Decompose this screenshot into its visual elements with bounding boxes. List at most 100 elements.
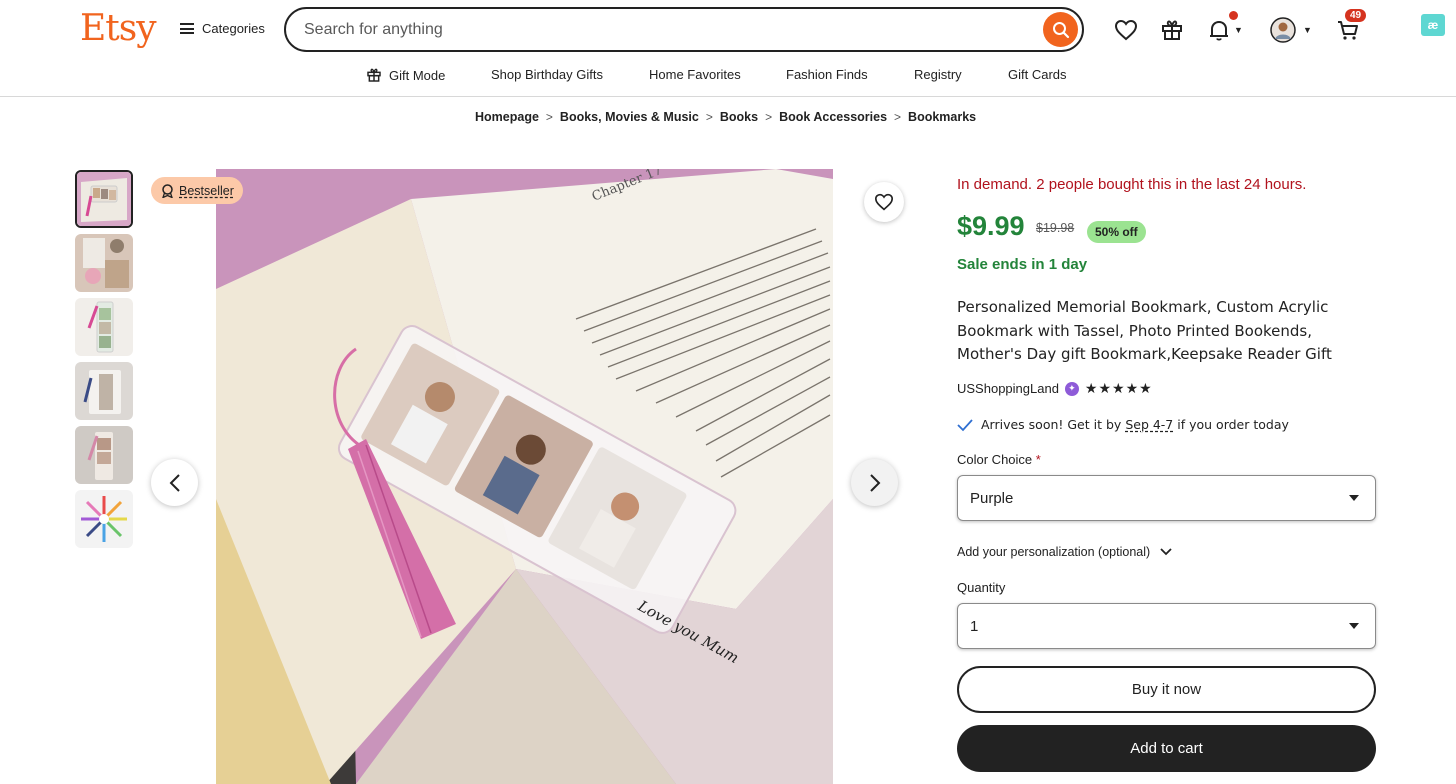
breadcrumb-link[interactable]: Books (720, 110, 758, 124)
thumbnail-5[interactable] (75, 426, 133, 484)
shop-name-link[interactable]: USShoppingLand (957, 381, 1059, 396)
color-choice-label: Color Choice * (957, 452, 1041, 467)
cart-count-badge: 49 (1345, 9, 1367, 22)
required-marker: * (1035, 452, 1041, 467)
extension-icon[interactable]: æ (1421, 14, 1445, 36)
subnav-label: Fashion Finds (786, 67, 868, 82)
product-title: Personalized Memorial Bookmark, Custom A… (957, 298, 1332, 363)
search-bar (284, 7, 1084, 52)
gift-icon (367, 68, 381, 82)
delivery-estimate: Arrives soon! Get it by Sep 4-7 if you o… (957, 417, 1289, 432)
thumbnail-image (75, 490, 133, 548)
thumbnail-1[interactable] (75, 170, 133, 228)
chevron-down-icon: ▼ (1234, 25, 1243, 35)
color-label-text: Color Choice (957, 452, 1033, 467)
categories-menu-button[interactable]: Categories (180, 21, 265, 36)
account-menu-button[interactable]: ▼ (1270, 17, 1312, 43)
rating-stars[interactable]: ★★★★★ (1085, 380, 1153, 397)
chevron-right-icon (869, 473, 880, 492)
subnav-label: Gift Mode (389, 67, 446, 83)
thumbnail-6[interactable] (75, 490, 133, 548)
bestseller-badge[interactable]: Bestseller (151, 177, 243, 204)
subnav-gift-cards[interactable]: Gift Cards (1008, 67, 1067, 82)
chevron-right-icon: > (894, 110, 902, 124)
breadcrumb: Homepage > Books, Movies & Music > Books… (475, 110, 976, 124)
star-seller-icon: ✦ (1064, 381, 1079, 396)
thumbnail-image (77, 172, 131, 226)
menu-icon (180, 23, 194, 34)
favorites-button[interactable] (1114, 17, 1138, 43)
breadcrumb-link[interactable]: Homepage (475, 110, 539, 124)
color-choice-select[interactable]: Purple (957, 475, 1376, 521)
subnav-fashion-finds[interactable]: Fashion Finds (786, 67, 868, 82)
gift-mode-button[interactable] (1160, 17, 1184, 43)
buy-now-button[interactable]: Buy it now (957, 666, 1376, 713)
subnav-home-favorites[interactable]: Home Favorites (649, 67, 741, 82)
arrives-suffix: if you order today (1177, 417, 1289, 432)
subnav-label: Shop Birthday Gifts (491, 67, 603, 82)
breadcrumb-link[interactable]: Bookmarks (908, 110, 976, 124)
thumbnail-image (75, 234, 133, 292)
thumbnail-image (75, 426, 133, 484)
quantity-label: Quantity (957, 580, 1006, 595)
thumbnail-image (75, 362, 133, 420)
award-icon (162, 183, 173, 198)
original-price: $19.98 (1036, 221, 1075, 235)
search-input[interactable] (304, 20, 1004, 39)
breadcrumb-link[interactable]: Books, Movies & Music (560, 110, 699, 124)
thumbnail-4[interactable] (75, 362, 133, 420)
shop-info: USShoppingLand ✦ ★★★★★ (957, 380, 1153, 397)
search-icon (1052, 21, 1069, 38)
notifications-button[interactable]: ▼ (1207, 17, 1243, 43)
subnav-label: Gift Cards (1008, 67, 1067, 82)
current-price: $9.99 (957, 211, 1025, 241)
caret-down-icon (1349, 495, 1359, 501)
quantity-select[interactable]: 1 (957, 603, 1376, 649)
subnav-label: Registry (914, 67, 962, 82)
subnav-registry[interactable]: Registry (914, 67, 962, 82)
demand-notice: In demand. 2 people bought this in the l… (957, 176, 1307, 193)
next-image-button[interactable] (851, 459, 898, 506)
product-main-image[interactable]: Chapter 17 Love you Mum (216, 169, 833, 784)
favorite-item-button[interactable] (864, 182, 904, 222)
arrives-date[interactable]: Sep 4-7 (1125, 417, 1173, 432)
thumbnail-image (75, 298, 133, 356)
quantity-selected-value: 1 (970, 617, 979, 635)
heart-icon (1114, 19, 1138, 41)
gift-icon (1162, 20, 1182, 40)
subnav-gift-mode[interactable]: Gift Mode (366, 67, 445, 83)
notification-dot (1229, 11, 1238, 20)
category-nav: Gift Mode Shop Birthday Gifts Home Favor… (0, 60, 1456, 97)
bestseller-label: Bestseller (179, 183, 234, 198)
chevron-right-icon: > (545, 110, 553, 124)
chevron-right-icon: > (765, 110, 773, 124)
arrives-prefix: Arrives soon! Get it by (981, 417, 1122, 432)
previous-image-button[interactable] (151, 459, 198, 506)
buy-now-label: Buy it now (1131, 681, 1202, 698)
chevron-down-icon: ▼ (1303, 25, 1312, 35)
sale-ends-text: Sale ends in 1 day (957, 256, 1088, 273)
add-to-cart-button[interactable]: Add to cart (957, 725, 1376, 772)
chevron-right-icon: > (705, 110, 713, 124)
product-photo: Chapter 17 Love you Mum (216, 169, 833, 784)
avatar (1270, 17, 1296, 43)
discount-badge: 50% off (1087, 221, 1146, 243)
thumbnail-2[interactable] (75, 234, 133, 292)
heart-icon (874, 193, 894, 211)
etsy-logo[interactable]: Etsy (80, 8, 157, 49)
site-header: Etsy Categories ▼ (0, 0, 1456, 60)
subnav-shop-birthday-gifts[interactable]: Shop Birthday Gifts (491, 67, 603, 82)
color-selected-value: Purple (970, 489, 1014, 507)
thumbnail-3[interactable] (75, 298, 133, 356)
search-button[interactable] (1043, 12, 1078, 47)
bell-icon (1210, 20, 1228, 41)
add-to-cart-label: Add to cart (1130, 740, 1203, 757)
categories-label: Categories (202, 21, 265, 36)
subnav-label: Home Favorites (649, 67, 741, 82)
check-icon (957, 418, 973, 431)
breadcrumb-link[interactable]: Book Accessories (779, 110, 887, 124)
personalization-label: Add your personalization (optional) (957, 545, 1151, 559)
personalization-toggle[interactable]: Add your personalization (optional) (957, 545, 1172, 559)
caret-down-icon (1349, 623, 1359, 629)
chevron-down-icon (1160, 548, 1172, 556)
